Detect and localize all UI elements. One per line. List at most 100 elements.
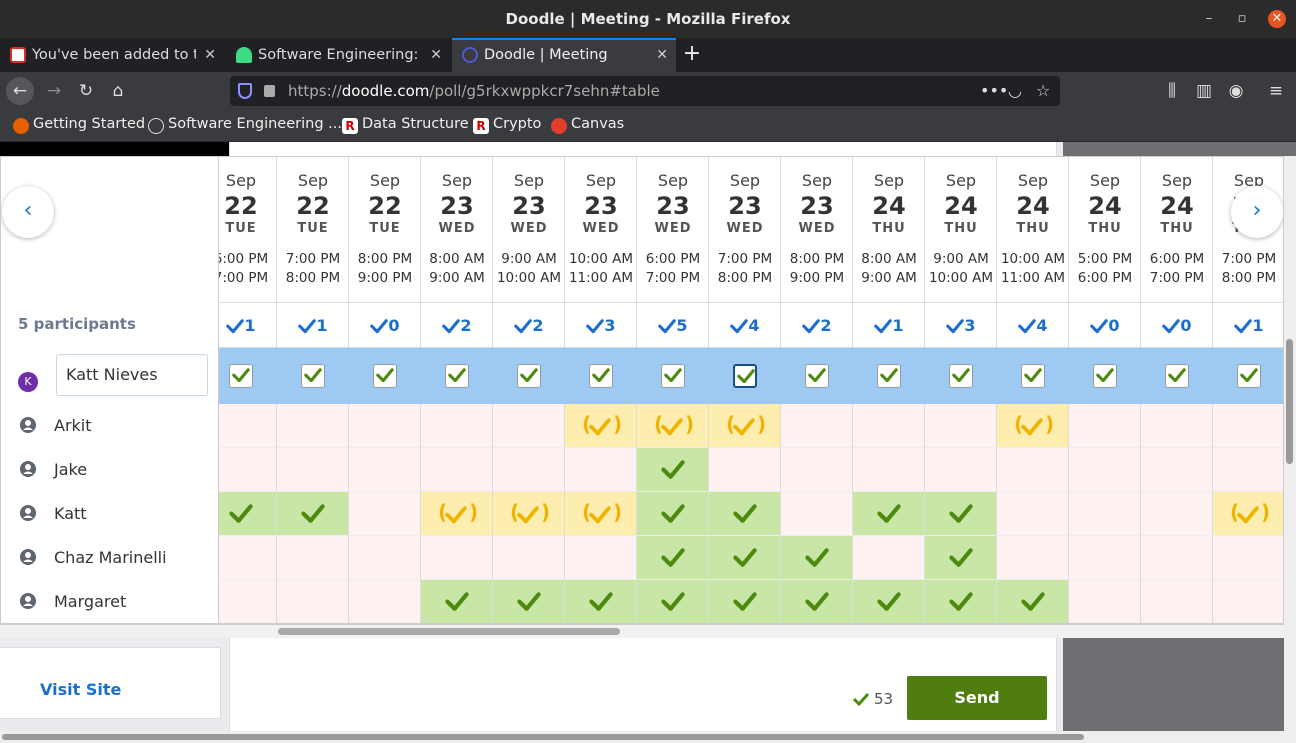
reload-button[interactable]: ↻	[72, 77, 100, 105]
bookmark-crypto[interactable]: R Crypto	[473, 116, 541, 134]
bookmark-star-icon[interactable]: ☆	[1036, 76, 1050, 106]
page-vertical-scrollbar[interactable]	[1284, 156, 1296, 743]
bookmark-data-structure[interactable]: R Data Structure	[342, 116, 469, 134]
my-vote-cell[interactable]	[853, 348, 925, 404]
vote-checkbox[interactable]	[1237, 364, 1261, 388]
name-input[interactable]: Katt Nieves	[56, 354, 208, 396]
column-header: Sep 24 THU 5:00 PM 6:00 PM	[1069, 157, 1141, 303]
vote-checkbox[interactable]	[949, 364, 973, 388]
my-vote-cell[interactable]	[925, 348, 997, 404]
tracking-shield-icon[interactable]	[238, 83, 252, 99]
scroll-left-button[interactable]: ‹	[2, 186, 54, 238]
home-button[interactable]: ⌂	[104, 77, 132, 105]
vote-cell	[1069, 536, 1141, 580]
day: 23	[728, 192, 762, 220]
close-window-button[interactable]: ✕	[1268, 10, 1286, 28]
close-tab-icon[interactable]: ✕	[656, 40, 668, 70]
vote-cell	[925, 536, 997, 580]
close-tab-icon[interactable]: ✕	[430, 38, 442, 72]
my-vote-cell[interactable]	[493, 348, 565, 404]
account-icon[interactable]: ◉	[1222, 77, 1250, 105]
month: Sep	[369, 171, 401, 190]
vote-checkbox[interactable]	[589, 364, 613, 388]
column-header: Sep 23 WED 9:00 AM 10:00 AM	[493, 157, 565, 303]
page-horizontal-scrollbar[interactable]	[0, 731, 1284, 743]
page-actions-icon[interactable]: •••	[980, 76, 1008, 106]
vote-cell	[997, 448, 1069, 492]
back-button[interactable]: ←	[6, 77, 34, 105]
scrollbar-thumb[interactable]	[1286, 339, 1293, 464]
tab-doodle[interactable]: Doodle | Meeting ✕	[452, 38, 676, 72]
vote-checkbox[interactable]	[229, 364, 253, 388]
my-vote-cell[interactable]	[997, 348, 1069, 404]
menu-icon[interactable]: ≡	[1262, 77, 1290, 105]
my-vote-cell[interactable]	[1213, 348, 1283, 404]
my-vote-cell[interactable]	[637, 348, 709, 404]
my-vote-cell[interactable]	[709, 348, 781, 404]
table-horizontal-scrollbar[interactable]	[0, 624, 1284, 638]
bookmark-canvas[interactable]: Canvas	[551, 116, 624, 134]
vote-checkbox[interactable]	[445, 364, 469, 388]
forward-button[interactable]: →	[40, 77, 68, 105]
scroll-right-button[interactable]: ›	[1231, 186, 1283, 238]
tab-software-engineering[interactable]: Software Engineering: H ✕	[226, 38, 450, 72]
time-from: 7:00 PM	[717, 251, 773, 267]
new-tab-button[interactable]: +	[680, 38, 704, 72]
my-vote-cell[interactable]	[1069, 348, 1141, 404]
url-bar[interactable]: https://doodle.com/poll/g5rkxwppkcr7sehn…	[230, 76, 1060, 106]
sidebar-icon[interactable]: ▥	[1190, 77, 1218, 105]
bookmark-software-engineering[interactable]: Software Engineering ...	[148, 116, 342, 134]
vote-cell	[1141, 448, 1213, 492]
vote-checkbox[interactable]	[373, 364, 397, 388]
my-vote-cell[interactable]	[1141, 348, 1213, 404]
send-button[interactable]: Send	[907, 676, 1047, 720]
minimize-button[interactable]: –	[1200, 10, 1218, 28]
vote-cell	[421, 404, 493, 448]
my-vote-cell[interactable]	[349, 348, 421, 404]
sidebar-card: Visit Site	[0, 647, 221, 719]
check-icon	[874, 319, 893, 334]
visit-site-link[interactable]: Visit Site	[40, 680, 121, 699]
vote-checkbox[interactable]	[1093, 364, 1117, 388]
r-icon: R	[473, 118, 489, 134]
tab-gmail[interactable]: You've been added to the ✕	[0, 38, 224, 72]
scrollbar-thumb[interactable]	[278, 628, 620, 635]
close-tab-icon[interactable]: ✕	[204, 38, 216, 72]
my-vote-cell[interactable]	[421, 348, 493, 404]
my-vote-cell[interactable]	[277, 348, 349, 404]
vote-checkbox[interactable]	[1165, 364, 1189, 388]
time-from: 6:00 PM	[1149, 251, 1205, 267]
vote-checkbox[interactable]	[877, 364, 901, 388]
maybe-check-icon: ()	[438, 500, 479, 524]
vote-checkbox[interactable]	[805, 364, 829, 388]
scrollbar-thumb[interactable]	[2, 734, 1084, 740]
vote-checkbox[interactable]	[301, 364, 325, 388]
bookmark-getting-started[interactable]: Getting Started	[13, 116, 145, 134]
vote-checkbox[interactable]	[661, 364, 685, 388]
vote-checkbox[interactable]	[733, 364, 757, 388]
lock-icon[interactable]	[264, 85, 275, 97]
vote-cell	[421, 536, 493, 580]
yes-count-value: 0	[388, 316, 400, 335]
vote-checkbox[interactable]	[1021, 364, 1045, 388]
vote-cell: ()	[493, 492, 565, 536]
check-icon	[946, 319, 965, 334]
column-header: Sep 24 THU 6:00 PM 7:00 PM	[1141, 157, 1213, 303]
poll-table: Sep 22 TUE 6:00 PM 7:00 PM 1 Sep 22 TUE 7:00 PM 8:…	[0, 156, 1284, 624]
my-vote-cell[interactable]	[565, 348, 637, 404]
maximize-button[interactable]: ▫	[1233, 10, 1251, 28]
check-icon	[517, 592, 541, 611]
time-to: 7:00 PM	[1149, 270, 1205, 286]
my-vote-cell[interactable]	[781, 348, 853, 404]
vote-checkbox[interactable]	[517, 364, 541, 388]
check-icon	[877, 592, 901, 611]
vote-cell	[1141, 492, 1213, 536]
vote-cell	[997, 580, 1069, 623]
library-icon[interactable]: ⫼	[1158, 77, 1186, 105]
time-from: 5:00 PM	[1077, 251, 1133, 267]
check-icon	[1162, 319, 1181, 334]
yes-count: 2	[781, 303, 853, 348]
check-icon	[589, 592, 613, 611]
vote-cell	[853, 536, 925, 580]
pocket-icon[interactable]: ◡	[1008, 76, 1022, 106]
